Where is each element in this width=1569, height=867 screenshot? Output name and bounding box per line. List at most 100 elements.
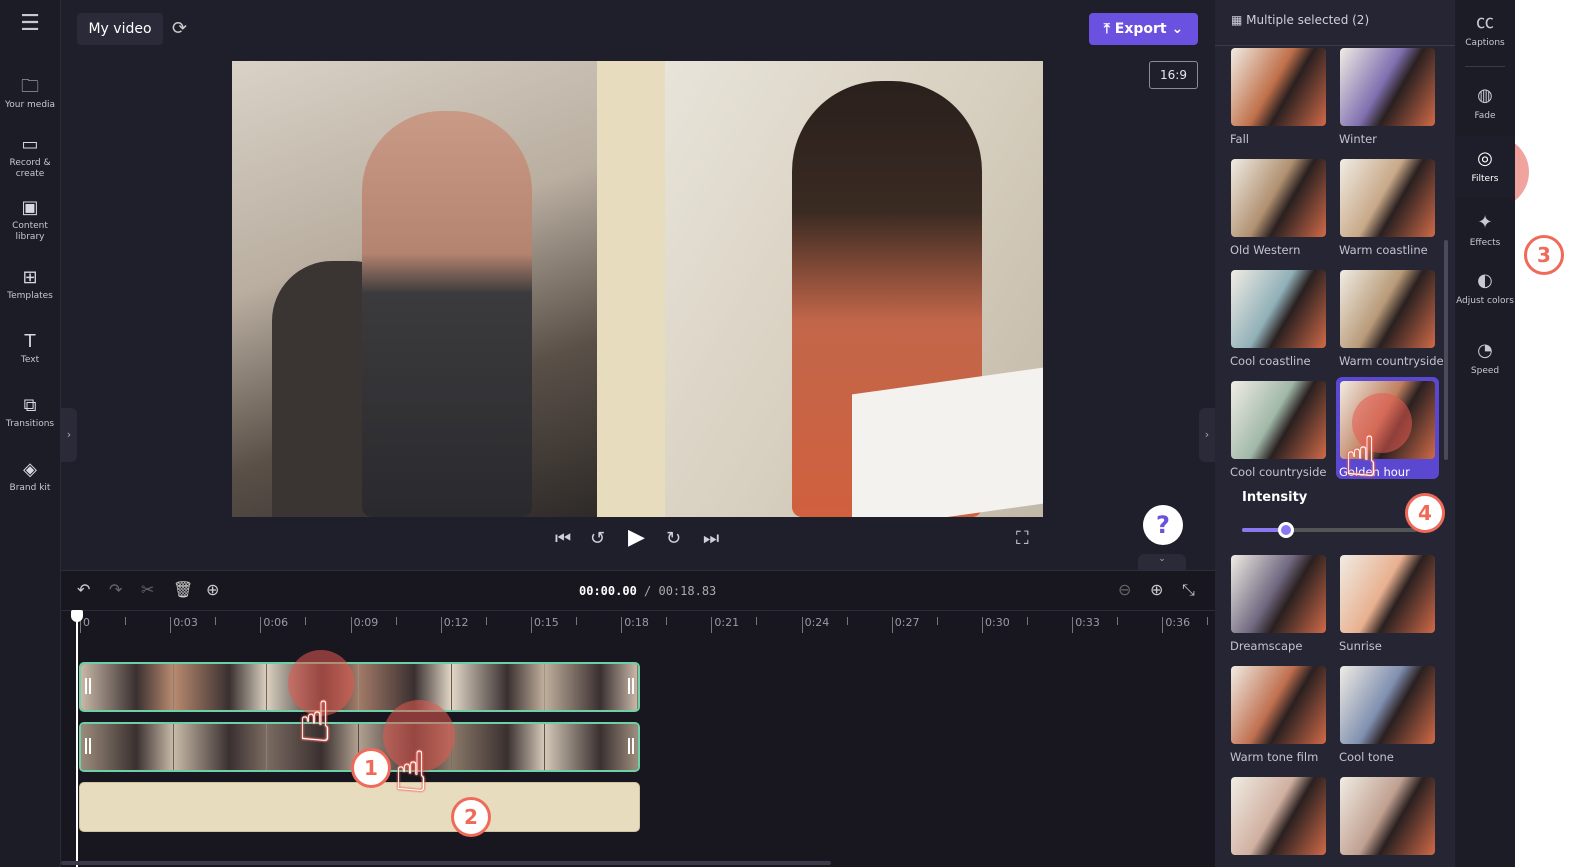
- effects-button[interactable]: ✦ Effects: [1455, 212, 1515, 249]
- sidebar-item-content-library[interactable]: ▣ Content library: [0, 197, 60, 243]
- captions-button[interactable]: ㏄ Captions: [1455, 12, 1515, 49]
- camera-icon: ▭: [21, 134, 39, 155]
- label: Captions: [1465, 38, 1505, 48]
- speed-button[interactable]: ◔ Speed: [1455, 340, 1515, 377]
- divider: [1215, 45, 1455, 46]
- aspect-ratio-button[interactable]: 16:9: [1149, 61, 1198, 89]
- ruler-tick: [395, 617, 397, 625]
- split-icon[interactable]: ✂: [141, 580, 154, 599]
- skip-to-end-icon[interactable]: ⏭: [703, 528, 719, 549]
- collapse-right-panel[interactable]: ›: [1199, 408, 1215, 462]
- zoom-out-icon[interactable]: ⊖: [1118, 580, 1131, 599]
- sidebar-item-record[interactable]: ▭ Record & create: [0, 134, 60, 180]
- zoom-in-icon[interactable]: ⊕: [1150, 580, 1163, 599]
- filter-label: Cool countryside: [1230, 465, 1327, 479]
- left-sidebar: ☰ 🗀 Your media ▭ Record & create ▣ Content …: [0, 0, 61, 867]
- project-title[interactable]: My video: [77, 13, 163, 45]
- divider: [61, 610, 1215, 611]
- speed-icon: ◔: [1477, 340, 1493, 361]
- sync-icon[interactable]: ⟳: [172, 18, 187, 39]
- filter-label: Warm tone film: [1230, 750, 1319, 764]
- sidebar-item-your-media[interactable]: 🗀 Your media: [0, 76, 60, 111]
- forward-5-icon[interactable]: ↻: [666, 528, 681, 549]
- label: Record & create: [9, 158, 51, 179]
- playhead[interactable]: [76, 610, 78, 867]
- clip-frame: [545, 664, 638, 710]
- sidebar-item-text[interactable]: T Text: [0, 331, 60, 366]
- panel-scrollbar[interactable]: [1444, 240, 1448, 460]
- filter-thumbnail[interactable]: [1231, 666, 1326, 744]
- trim-handle-left[interactable]: [85, 738, 91, 754]
- video-preview[interactable]: [232, 61, 1043, 517]
- ruler-tick: [576, 617, 577, 625]
- ruler-tick: [485, 617, 487, 625]
- sidebar-item-brand-kit[interactable]: ◈ Brand kit: [0, 459, 60, 494]
- adjust-colors-button[interactable]: ◐ Adjust colors: [1455, 270, 1515, 307]
- trim-handle-left[interactable]: [85, 678, 91, 694]
- filter-thumbnail[interactable]: [1231, 777, 1326, 855]
- ruler-label: 0:09: [350, 617, 378, 633]
- paper: [852, 367, 1043, 517]
- trim-handle-right[interactable]: [628, 678, 634, 694]
- ruler-tick: [666, 617, 668, 625]
- fade-icon: ◍: [1477, 85, 1493, 106]
- filter-thumbnail[interactable]: [1340, 777, 1435, 855]
- play-icon[interactable]: ▶: [628, 525, 645, 550]
- label: Your media: [4, 100, 56, 110]
- total-time: / 00:18.83: [644, 584, 717, 598]
- help-button[interactable]: ?: [1143, 505, 1183, 545]
- filter-thumbnail[interactable]: [1231, 48, 1326, 126]
- transitions-icon: ⧉: [23, 395, 37, 416]
- filter-label: Winter: [1339, 132, 1377, 146]
- multi-select-icon: ▦: [1231, 13, 1243, 27]
- filter-thumbnail[interactable]: [1340, 270, 1435, 348]
- cream-background: [597, 61, 665, 517]
- timeline-scrollbar[interactable]: [61, 861, 831, 865]
- collapse-preview[interactable]: ⌄: [1138, 554, 1186, 570]
- filter-thumbnail[interactable]: [1340, 48, 1435, 126]
- filter-thumbnail[interactable]: [1231, 555, 1326, 633]
- filter-label: Sunrise: [1339, 639, 1382, 653]
- filter-thumbnail[interactable]: [1340, 555, 1435, 633]
- library-icon: ▣: [21, 197, 39, 218]
- fullscreen-icon[interactable]: ⛶: [1016, 528, 1029, 549]
- expand-left-panel[interactable]: ›: [61, 408, 77, 462]
- sidebar-item-transitions[interactable]: ⧉ Transitions: [0, 395, 60, 430]
- label: Effects: [1469, 238, 1501, 248]
- redo-icon[interactable]: ↷: [109, 580, 122, 599]
- divider: [1465, 66, 1505, 67]
- ruler-label: 0:15: [531, 617, 559, 633]
- trim-handle-right[interactable]: [628, 738, 634, 754]
- folder-icon: 🗀: [21, 76, 39, 97]
- undo-icon[interactable]: ↶: [77, 580, 90, 599]
- filter-thumbnail[interactable]: [1231, 159, 1326, 237]
- delete-icon[interactable]: 🗑: [173, 580, 193, 599]
- filter-thumbnail[interactable]: [1340, 666, 1435, 744]
- rewind-5-icon[interactable]: ↺: [590, 528, 605, 549]
- ruler-label: 0:03: [170, 617, 198, 633]
- menu-icon[interactable]: ☰: [0, 13, 60, 35]
- fade-button[interactable]: ◍ Fade: [1455, 85, 1515, 122]
- playhead-handle[interactable]: [71, 610, 83, 622]
- ruler-label: 0:06: [260, 617, 288, 633]
- export-label: Export: [1114, 21, 1167, 37]
- ruler-tick: [305, 617, 307, 625]
- video-clip-track-1[interactable]: [79, 662, 640, 712]
- brand-kit-icon: ◈: [23, 459, 37, 480]
- filter-thumbnail[interactable]: [1231, 270, 1326, 348]
- filter-thumbnail[interactable]: [1340, 159, 1435, 237]
- ruler-tick: [1117, 617, 1119, 625]
- sidebar-item-templates[interactable]: ⊞ Templates: [0, 267, 60, 302]
- export-button[interactable]: ⤒ Export ⌄: [1089, 13, 1198, 45]
- time-display: 00:00.00 / 00:18.83: [579, 584, 716, 598]
- fit-timeline-icon[interactable]: ⤡: [1182, 580, 1195, 600]
- add-to-timeline-icon[interactable]: ⊕: [206, 580, 219, 599]
- ruler-tick: [846, 617, 848, 625]
- ruler-tick: [756, 617, 758, 625]
- filter-thumbnail[interactable]: [1231, 381, 1326, 459]
- intensity-slider[interactable]: [1242, 522, 1417, 538]
- filters-button[interactable]: ◎ Filters: [1455, 136, 1515, 198]
- background-clip-track[interactable]: [79, 782, 640, 832]
- skip-to-start-icon[interactable]: ⏮: [555, 528, 571, 549]
- label: Transitions: [5, 419, 55, 429]
